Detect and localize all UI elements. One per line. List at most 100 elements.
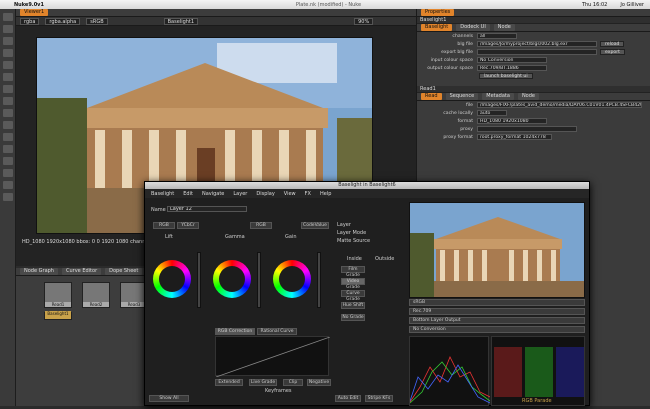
curve-graph[interactable] [215, 336, 331, 378]
display-select[interactable]: sRGB [86, 17, 108, 25]
node-graph-panel[interactable]: Node Graph Curve Editor Dope Sheet Read1… [16, 268, 149, 406]
gain-wheel[interactable] [273, 260, 311, 298]
baselight-preview-image[interactable] [409, 202, 585, 298]
outside-label: Outside [375, 256, 395, 262]
menu-view[interactable]: View [284, 191, 296, 197]
gamma-wheel[interactable] [213, 260, 251, 298]
node-read2[interactable]: Read2 [82, 282, 110, 308]
color-tool-icon[interactable] [3, 61, 13, 69]
user-name[interactable]: Jo Gilliver [620, 2, 644, 8]
tab-sequence[interactable]: Sequence [445, 93, 479, 100]
draw-tool-icon[interactable] [3, 25, 13, 33]
output-colour-space-select[interactable]: Rec.709/BT.1886 [477, 65, 547, 71]
rgb-parade-label: RGB Parade [522, 398, 552, 404]
clip-button[interactable]: Clip [283, 379, 303, 386]
channel-tool-icon[interactable] [3, 49, 13, 57]
auto-edit-button[interactable]: Auto Edit [335, 395, 361, 402]
filter-tool-icon[interactable] [3, 73, 13, 81]
hue-shift-button[interactable]: Hue Shift [341, 302, 365, 309]
node-read1[interactable]: Read1 [44, 282, 72, 308]
transform-tool-icon[interactable] [3, 109, 13, 117]
export-button[interactable]: export [600, 49, 625, 55]
menu-baselight[interactable]: Baselight [151, 191, 174, 197]
stripe-kfs-button[interactable]: Stripe KFs [365, 395, 393, 402]
menu-edit[interactable]: Edit [183, 191, 193, 197]
alpha-select[interactable]: rgba.alpha [45, 17, 81, 25]
3d-tool-icon[interactable] [3, 121, 13, 129]
gain-slider[interactable] [317, 252, 321, 308]
mode-select[interactable]: YCbCr [177, 222, 199, 229]
input-node-select[interactable]: Baselight1 [163, 17, 199, 25]
file-label: file [466, 102, 473, 108]
file-input[interactable]: /Images/FIXF/plates_avid_demo/media/DAY0… [477, 102, 642, 108]
gamma-slider[interactable] [257, 252, 261, 308]
ocio-tool-icon[interactable] [3, 181, 13, 189]
tab-baselight[interactable]: Baselight [421, 24, 453, 31]
baselight-window-title[interactable]: Baselight in Baselight6 [145, 182, 589, 189]
tab-metadata[interactable]: Metadata [482, 93, 514, 100]
blg-file-input[interactable]: /Images/Jo/myproject/blgs/002.blg.exr [477, 41, 597, 47]
no-grade-button[interactable]: No Grade [341, 314, 365, 321]
keyframes-label: Keyframes [265, 388, 292, 394]
format-select[interactable]: HD_1080 1920x1080 [477, 118, 547, 124]
merge-tool-icon[interactable] [3, 97, 13, 105]
proxy-input[interactable] [477, 126, 577, 132]
layer-select[interactable]: rgba [20, 17, 40, 25]
tab-curve-editor[interactable]: Curve Editor [61, 268, 102, 275]
tab-node[interactable]: Node [493, 24, 515, 31]
other-tool-icon[interactable] [3, 157, 13, 165]
menu-layer[interactable]: Layer [233, 191, 247, 197]
lift-wheel[interactable] [153, 260, 191, 298]
space2-select[interactable]: RGB [250, 222, 272, 229]
metadata-tool-icon[interactable] [3, 145, 13, 153]
tab-read[interactable]: Read [421, 93, 442, 100]
tab-dodeck-ui[interactable]: Dodeck UI [456, 24, 490, 31]
codevalue-select[interactable]: CodeValue [301, 222, 329, 229]
output-select[interactable]: Rec.709 [409, 308, 585, 315]
rgb-correction-button[interactable]: RGB Correction [215, 328, 255, 335]
menu-display[interactable]: Display [256, 191, 274, 197]
histogram-scope [409, 336, 491, 406]
tab-read-node[interactable]: Node [517, 93, 539, 100]
reload-button[interactable]: reload [600, 41, 625, 47]
keyer-tool-icon[interactable] [3, 85, 13, 93]
tab-properties[interactable]: Properties [421, 9, 455, 16]
window-title: Plate.nk (modified) - Nuke [295, 1, 362, 8]
zoom-select[interactable]: 90% [354, 17, 374, 25]
tab-viewer[interactable]: Viewer1 [20, 9, 49, 16]
live-grade-button[interactable]: Live Grade [249, 379, 277, 386]
conversion-select[interactable]: No Conversion [409, 326, 585, 333]
export-blg-input[interactable] [477, 49, 597, 55]
read-node-header[interactable]: Read1 [417, 86, 650, 93]
negative-button[interactable]: Negative [307, 379, 331, 386]
tab-node-graph[interactable]: Node Graph [20, 268, 58, 275]
menu-help[interactable]: Help [320, 191, 331, 197]
proxy-format-select[interactable]: root.proxy_format 1024x778 [477, 134, 552, 140]
views-tool-icon[interactable] [3, 133, 13, 141]
input-colour-space-select[interactable]: No Conversion [477, 57, 547, 63]
extended-button[interactable]: Extended [215, 379, 243, 386]
baselight-node-header[interactable]: Baselight1 [417, 17, 650, 24]
space-select[interactable]: RGB [153, 222, 175, 229]
node-baselight[interactable]: Baselight1 [44, 311, 72, 320]
bottom-layer-output-select[interactable]: Bottom Layer Output [409, 317, 585, 324]
show-all-select[interactable]: Show All [149, 395, 189, 402]
layer-name-input[interactable]: Layer 12 [167, 206, 247, 212]
furnace-tool-icon[interactable] [3, 169, 13, 177]
lift-slider[interactable] [197, 252, 201, 308]
cache-locally-select[interactable]: auto [477, 110, 507, 116]
channels-select[interactable]: all [477, 33, 517, 39]
plugins-tool-icon[interactable] [3, 193, 13, 201]
launch-baselight-button[interactable]: launch baselight ui [479, 73, 533, 79]
video-grade-button[interactable]: Video Grade [341, 278, 365, 290]
time-tool-icon[interactable] [3, 37, 13, 45]
export-blg-label: export blg file [441, 49, 473, 55]
tab-dope-sheet[interactable]: Dope Sheet [105, 268, 143, 275]
read-tool-icon[interactable] [3, 13, 13, 21]
rational-curve-button[interactable]: Rational Curve [257, 328, 297, 335]
menu-fx[interactable]: FX [305, 191, 311, 197]
curve-grade-button[interactable]: Curve Grade [341, 290, 365, 302]
film-grade-button[interactable]: Film Grade [341, 266, 365, 278]
display-space-select[interactable]: sRGB [409, 299, 585, 306]
menu-navigate[interactable]: Navigate [202, 191, 224, 197]
